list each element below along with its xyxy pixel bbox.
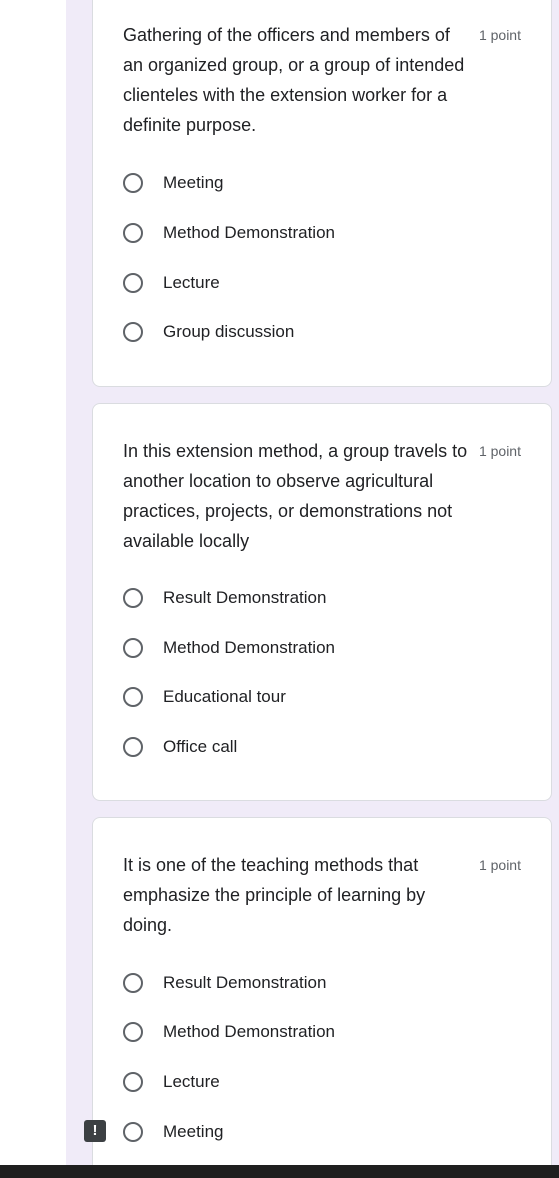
option-label: Lecture [163,1072,220,1091]
option-method-demonstration[interactable]: Method Demonstration [123,1017,335,1047]
option-lecture[interactable]: Lecture [123,268,220,298]
radio-button[interactable] [123,638,143,658]
question-points: 1 point [478,443,521,459]
radio-button[interactable] [123,973,143,993]
option-meeting[interactable]: Meeting [123,1117,223,1147]
option-label: Method Demonstration [163,638,335,657]
option-label: Educational tour [163,687,286,706]
question-text: Gathering of the officers and members of… [123,25,465,135]
question-text: It is one of the teaching methods that e… [123,855,426,935]
question-card-1: Gathering of the officers and members of… [92,0,552,387]
option-label: Meeting [163,173,224,192]
option-group-discussion[interactable]: Group discussion [123,317,294,347]
radio-button[interactable] [123,1022,143,1042]
option-office-call[interactable]: Office call [123,732,237,762]
radio-button[interactable] [123,737,143,757]
question-card-2: In this extension method, a group travel… [92,403,552,801]
alert-icon: ! [84,1120,106,1142]
radio-button[interactable] [123,1072,143,1092]
option-label: Lecture [163,273,220,292]
option-result-demonstration[interactable]: Result Demonstration [123,583,326,613]
radio-button[interactable] [123,588,143,608]
option-label: Method Demonstration [163,1022,335,1041]
option-meeting[interactable]: Meeting [123,168,223,198]
option-label: Office call [163,737,238,756]
option-label: Meeting [163,1122,224,1141]
option-label: Result Demonstration [163,588,327,607]
question-points: 1 point [478,857,521,873]
radio-button[interactable] [123,273,143,293]
option-method-demonstration[interactable]: Method Demonstration [123,633,335,663]
question-card-3: It is one of the teaching methods that e… [92,817,552,1177]
radio-button[interactable] [123,223,143,243]
radio-button[interactable] [123,322,143,342]
option-method-demonstration[interactable]: Method Demonstration [123,218,335,248]
option-label: Result Demonstration [163,973,327,992]
radio-button[interactable] [123,687,143,707]
bottom-bar [0,1165,559,1178]
option-result-demonstration[interactable]: Result Demonstration [123,968,326,998]
option-educational-tour[interactable]: Educational tour [123,682,286,712]
option-label: Method Demonstration [163,223,335,242]
radio-button[interactable] [123,173,143,193]
option-lecture[interactable]: Lecture [123,1067,220,1097]
question-text: In this extension method, a group travel… [123,441,468,551]
option-label: Group discussion [163,322,295,341]
radio-button[interactable] [123,1122,143,1142]
question-points: 1 point [478,27,521,43]
